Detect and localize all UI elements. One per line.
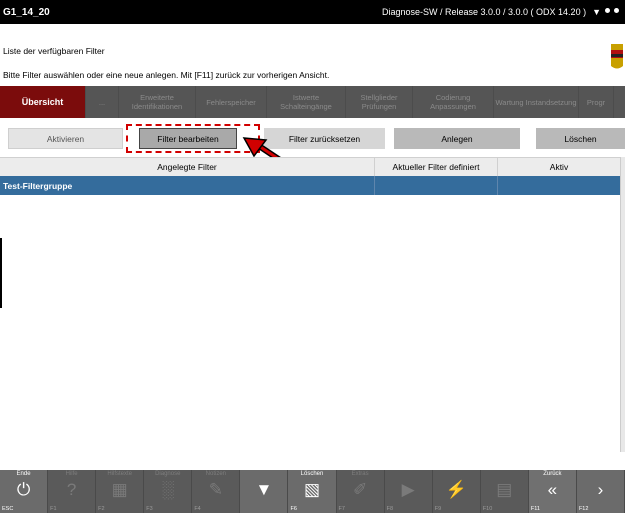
back-key[interactable]: Zurück « F11 bbox=[528, 470, 577, 513]
play-icon: ▶ bbox=[401, 480, 415, 499]
power-icon: ⏻ bbox=[16, 480, 31, 499]
help-icon: ? bbox=[66, 480, 77, 499]
function-key-bar: Ende ⏻ ESC Hilfe ? F1 Hilfstexte ▦ F2 Di… bbox=[0, 470, 625, 513]
tab-actuators[interactable]: Stellglieder Prüfungen bbox=[346, 86, 413, 118]
create-button[interactable]: Anlegen bbox=[394, 128, 520, 149]
filter-key[interactable]: ▼ bbox=[240, 470, 289, 513]
brand-logo-icon bbox=[611, 44, 623, 69]
tab-fault-memory[interactable]: Fehlerspeicher bbox=[196, 86, 267, 118]
flash-icon: ⚡ bbox=[445, 480, 467, 499]
back-icon: « bbox=[547, 480, 558, 499]
keyboard-icon: ▦ bbox=[111, 480, 128, 499]
delete-button[interactable]: Löschen bbox=[536, 128, 625, 149]
column-header[interactable]: Aktueller Filter definiert bbox=[375, 158, 498, 176]
filter-defined-cell bbox=[375, 176, 498, 195]
tab-actual-values[interactable]: Istwerte Schalteingänge bbox=[267, 86, 346, 118]
document-icon: ▤ bbox=[496, 480, 513, 499]
document-key[interactable]: ▤ F10 bbox=[481, 470, 529, 513]
edit-icon: ✎ bbox=[208, 480, 223, 499]
tools-icon: ✐ bbox=[352, 480, 368, 499]
column-header[interactable]: Aktiv bbox=[498, 158, 620, 176]
delete-key[interactable]: Löschen ▧ F6 bbox=[288, 470, 337, 513]
table-header: Angelegte Filter Aktueller Filter defini… bbox=[0, 157, 620, 177]
release-info: Diagnose-SW / Release 3.0.0 / 3.0.0 ( OD… bbox=[381, 7, 587, 17]
trash-icon: ▧ bbox=[303, 480, 321, 499]
tab-extended-identifications[interactable]: Erweiterte Identifikationen bbox=[119, 86, 196, 118]
tab-programming[interactable]: Progr bbox=[579, 86, 614, 118]
status-dot-icon bbox=[614, 7, 619, 13]
status-icons: ▼ bbox=[592, 6, 619, 17]
divider bbox=[0, 238, 2, 308]
activate-button[interactable]: Aktivieren bbox=[8, 128, 123, 149]
extras-key[interactable]: Extras ✐ F7 bbox=[337, 470, 385, 513]
tab-overview[interactable]: Übersicht bbox=[0, 86, 86, 118]
screen-id: G1_14_20 bbox=[3, 6, 50, 18]
status-dot-icon bbox=[605, 7, 610, 13]
next-icon: › bbox=[597, 480, 604, 499]
page-title: Liste der verfügbaren Filter bbox=[3, 46, 105, 56]
edit-filter-button[interactable]: Filter bearbeiten bbox=[139, 128, 237, 149]
start-key[interactable]: ▶ F8 bbox=[385, 470, 433, 513]
table-row[interactable]: Test-Filtergruppe bbox=[0, 176, 620, 195]
end-key[interactable]: Ende ⏻ ESC bbox=[0, 470, 49, 513]
filter-icon: ▼ bbox=[255, 480, 273, 499]
tab-maintenance[interactable]: Wartung Instandsetzung bbox=[494, 86, 579, 118]
main-nav: Übersicht ... Erweiterte Identifikatione… bbox=[0, 86, 625, 118]
table-body bbox=[0, 195, 620, 452]
flash-key[interactable]: ⚡ F9 bbox=[433, 470, 481, 513]
filter-name-cell: Test-Filtergruppe bbox=[0, 176, 375, 195]
next-key[interactable]: › F12 bbox=[576, 470, 625, 513]
tab-more[interactable]: ... bbox=[86, 86, 119, 118]
filter-active-cell bbox=[498, 176, 620, 195]
notes-key[interactable]: Notizen ✎ F4 bbox=[192, 470, 241, 513]
help-key[interactable]: Hilfe ? F1 bbox=[48, 470, 97, 513]
chart-icon: ░ bbox=[161, 480, 174, 499]
wifi-icon: ▼ bbox=[592, 6, 601, 17]
help-texts-key[interactable]: Hilfstexte ▦ F2 bbox=[96, 470, 145, 513]
vertical-scrollbar[interactable] bbox=[620, 157, 625, 452]
title-bar: G1_14_20 Diagnose-SW / Release 3.0.0 / 3… bbox=[0, 0, 625, 24]
column-header[interactable]: Angelegte Filter bbox=[0, 158, 375, 176]
diagnosis-key[interactable]: Diagnose ░ F3 bbox=[144, 470, 193, 513]
tab-coding[interactable]: Codierung Anpassungen bbox=[413, 86, 494, 118]
page-instructions: Bitte Filter auswählen oder eine neue an… bbox=[3, 70, 330, 80]
